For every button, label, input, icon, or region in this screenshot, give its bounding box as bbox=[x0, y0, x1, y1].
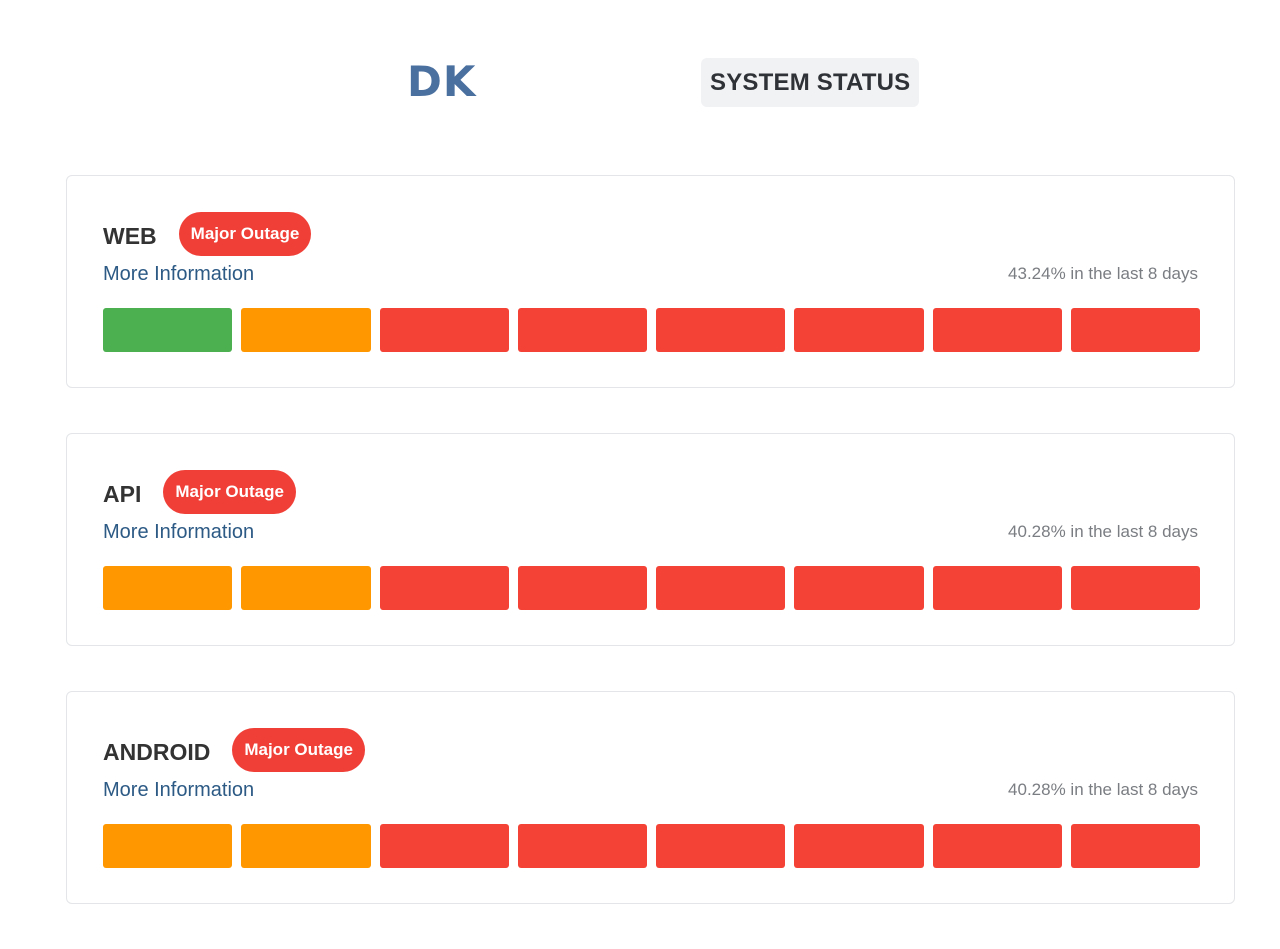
uptime-day-bar[interactable] bbox=[103, 566, 233, 610]
service-card-api: API Major Outage More Information 40.28%… bbox=[66, 433, 1235, 646]
uptime-day-bar[interactable] bbox=[379, 824, 509, 868]
service-name: WEB bbox=[103, 222, 157, 249]
status-badge: Major Outage bbox=[163, 470, 296, 514]
service-title-row: ANDROID Major Outage bbox=[103, 728, 365, 772]
uptime-day-bar[interactable] bbox=[1070, 308, 1200, 352]
page-title: SYSTEM STATUS bbox=[701, 58, 920, 107]
uptime-day-bar[interactable] bbox=[932, 308, 1062, 352]
uptime-day-bar[interactable] bbox=[379, 308, 509, 352]
uptime-day-bar[interactable] bbox=[517, 824, 647, 868]
service-title-row: API Major Outage bbox=[103, 470, 296, 514]
uptime-day-bar[interactable] bbox=[1070, 566, 1200, 610]
uptime-day-bar[interactable] bbox=[656, 566, 786, 610]
uptime-day-bar[interactable] bbox=[103, 824, 233, 868]
uptime-day-bar[interactable] bbox=[517, 308, 647, 352]
service-list: WEB Major Outage More Information 43.24%… bbox=[66, 175, 1235, 949]
uptime-day-bar[interactable] bbox=[241, 566, 371, 610]
uptime-bars bbox=[103, 824, 1200, 868]
uptime-day-bar[interactable] bbox=[656, 824, 786, 868]
status-badge: Major Outage bbox=[232, 728, 365, 772]
status-badge: Major Outage bbox=[178, 212, 312, 256]
uptime-summary: 40.28% in the last 8 days bbox=[1008, 780, 1198, 799]
service-name: ANDROID bbox=[103, 738, 211, 765]
uptime-day-bar[interactable] bbox=[656, 308, 786, 352]
uptime-summary: 43.24% in the last 8 days bbox=[1008, 264, 1198, 283]
uptime-day-bar[interactable] bbox=[932, 566, 1062, 610]
uptime-day-bar[interactable] bbox=[794, 824, 924, 868]
uptime-day-bar[interactable] bbox=[517, 566, 647, 610]
uptime-summary: 40.28% in the last 8 days bbox=[1008, 522, 1198, 541]
uptime-day-bar[interactable] bbox=[379, 566, 509, 610]
uptime-day-bar[interactable] bbox=[241, 308, 371, 352]
uptime-day-bar[interactable] bbox=[794, 566, 924, 610]
uptime-day-bar[interactable] bbox=[103, 308, 233, 352]
uptime-bars bbox=[103, 566, 1200, 610]
service-card-android: ANDROID Major Outage More Information 40… bbox=[66, 691, 1235, 904]
logo[interactable]: DK bbox=[407, 58, 476, 106]
service-name: API bbox=[103, 480, 142, 507]
more-information-link[interactable]: More Information bbox=[103, 521, 254, 544]
page-header: DK SYSTEM STATUS bbox=[0, 0, 1280, 150]
more-information-link[interactable]: More Information bbox=[103, 779, 254, 802]
service-card-web: WEB Major Outage More Information 43.24%… bbox=[66, 175, 1235, 388]
uptime-day-bar[interactable] bbox=[1070, 824, 1200, 868]
service-title-row: WEB Major Outage bbox=[103, 212, 312, 256]
more-information-link[interactable]: More Information bbox=[103, 263, 254, 286]
uptime-day-bar[interactable] bbox=[932, 824, 1062, 868]
uptime-day-bar[interactable] bbox=[794, 308, 924, 352]
uptime-bars bbox=[103, 308, 1200, 352]
uptime-day-bar[interactable] bbox=[241, 824, 371, 868]
